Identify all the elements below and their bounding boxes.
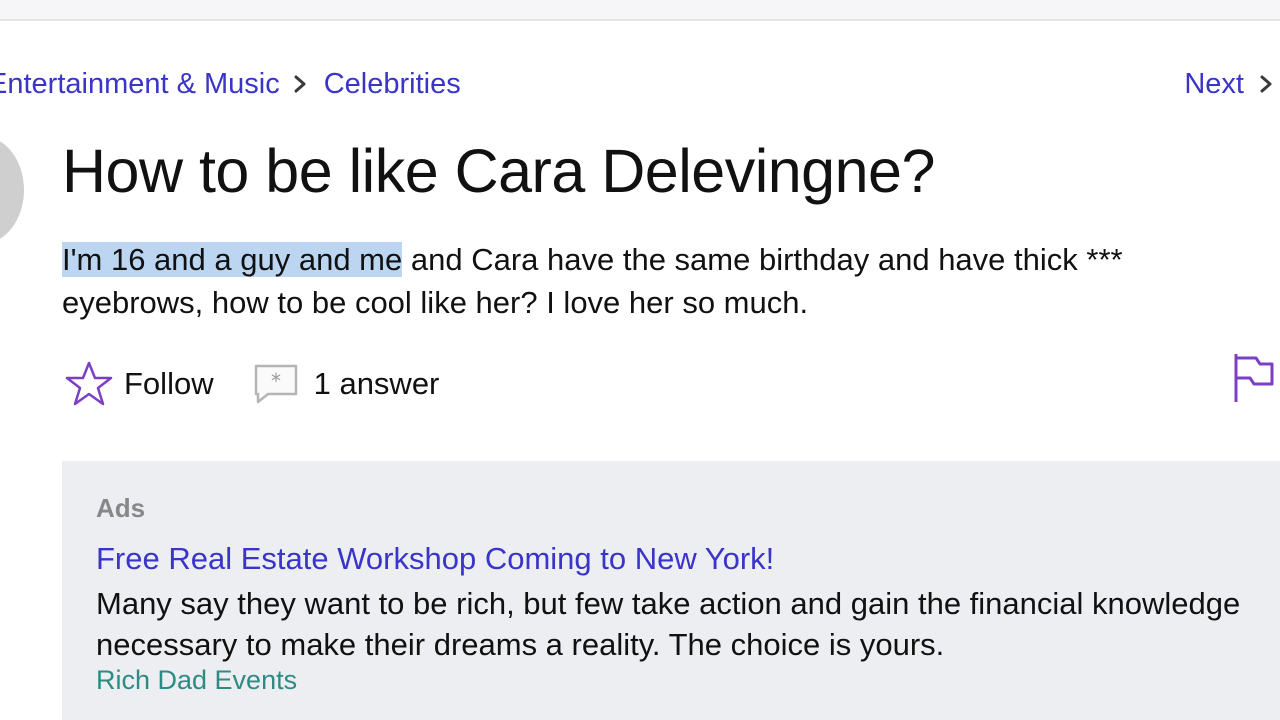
ads-label: Ads [96,493,146,523]
follow-button[interactable]: Follow [64,360,214,408]
breadcrumb: Entertainment & Music Celebrities [0,64,461,104]
ad-description: Many say they want to be rich, but few t… [96,586,1241,662]
question-actions: Follow * 1 answer [64,352,439,416]
flag-icon [1234,354,1274,402]
breadcrumb-current[interactable]: Celebrities [324,68,461,101]
answer-bubble-icon: * [254,364,297,404]
ad-source-link[interactable]: Rich Dad Events [96,665,297,696]
ads-section: Ads Free Real Estate Workshop Coming to … [62,461,1280,720]
chevron-right-icon [1260,75,1272,93]
next-question-link[interactable]: Next [1184,64,1280,104]
selected-text: I'm 16 and a guy and me [62,242,403,277]
avatar[interactable] [0,136,24,244]
question-title: How to be like Cara Delevingne? [62,137,935,205]
answers-count[interactable]: * 1 answer [252,362,440,406]
next-label: Next [1184,67,1244,100]
answers-label: 1 answer [313,366,440,401]
chevron-right-icon [294,75,306,93]
breadcrumb-parent[interactable]: Entertainment & Music [0,68,280,101]
question-body: I'm 16 and a guy and me and Cara have th… [62,238,1272,324]
star-icon [65,361,113,406]
ad-title-link[interactable]: Free Real Estate Workshop Coming to New … [96,541,774,577]
report-button[interactable] [1230,350,1276,406]
follow-label: Follow [124,366,214,401]
top-bar [0,0,1280,21]
svg-text:*: * [271,369,281,393]
